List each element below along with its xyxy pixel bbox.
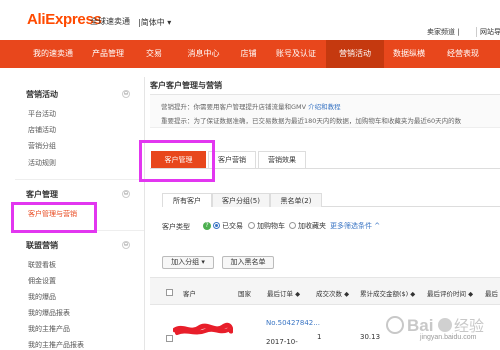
sidebar-section-customers: 客户管理: [26, 190, 58, 199]
radio-traded[interactable]: [213, 222, 220, 229]
total-amount: 30.13: [360, 333, 381, 341]
sidebar-section-affiliate: 联盟营销: [26, 241, 58, 250]
column-header-country: 国家: [238, 290, 251, 298]
collapse-icon[interactable]: ⊖: [122, 241, 130, 249]
add-to-blacklist-button[interactable]: 加入黑名单: [222, 256, 274, 269]
collapse-icon[interactable]: ⊖: [122, 190, 130, 198]
nav-item-messages[interactable]: 消息中心: [176, 40, 231, 68]
column-header-total-amount[interactable]: 累计成交金额($) ◆: [360, 288, 415, 298]
nav-item-data[interactable]: 数据纵横: [384, 40, 434, 68]
tab-customer-marketing[interactable]: 客户营销: [208, 151, 256, 168]
baidu-watermark: Bai 经验: [386, 316, 484, 335]
sidebar-item-commission[interactable]: 佣金设置: [28, 276, 56, 286]
highlight-box-sidebar: [11, 202, 97, 233]
radio-favorites[interactable]: [289, 222, 296, 229]
column-header-last-review[interactable]: 最后评价时间 ◆: [427, 288, 473, 298]
redacted-customer-name: [173, 322, 233, 335]
filter-label: 客户类型: [162, 223, 190, 231]
highlight-box-tab: [139, 140, 215, 182]
nav-item-store[interactable]: 店铺: [231, 40, 266, 68]
sidebar-section-marketing: 营销活动: [26, 90, 58, 99]
svg-text:经验: 经验: [454, 318, 484, 335]
collapse-icon[interactable]: ⊖: [122, 90, 130, 98]
tutorial-link[interactable]: 介绍和教程: [308, 103, 341, 111]
nav-item-performance[interactable]: 经营表现: [434, 40, 492, 68]
order-count: 1: [317, 333, 322, 341]
language-select[interactable]: |简体中 ▾: [138, 17, 171, 28]
top-bar: AliExpress 全球速卖通 |简体中 ▾ 卖家频道 | 网站导: [0, 0, 500, 40]
sidebar-item-hot-report[interactable]: 我的爆品报表: [28, 308, 70, 318]
nav-item-orders[interactable]: 交易: [132, 40, 176, 68]
nav-item-products[interactable]: 产品管理: [84, 40, 132, 68]
order-date: 2017-10-: [266, 338, 298, 346]
notice-line-1: 营销提升：你需要用客户管理提升店铺流量和GMV 介绍和教程: [161, 101, 341, 111]
main-nav: 我的速卖通 产品管理 交易 消息中心 店铺 账号及认证 营销活动 数据纵横 经营…: [0, 40, 500, 68]
site-nav-link[interactable]: 网站导: [476, 27, 500, 37]
notice-box: 营销提升：你需要用客户管理提升店铺流量和GMV 介绍和教程 重要提示：为了保证数…: [150, 95, 500, 128]
subtab-all-customers[interactable]: 所有客户: [162, 193, 212, 207]
column-header-order-count[interactable]: 成交次数 ◆: [316, 288, 349, 298]
table-header: 客户 国家 最后订单 ◆ 成交次数 ◆ 累计成交金额($) ◆ 最后评价时间 ◆…: [150, 277, 500, 305]
language-label: |简体中: [138, 18, 165, 27]
notice-1-text: 营销提升：你需要用客户管理提升店铺流量和GMV: [161, 103, 307, 111]
sidebar-item-store-activity[interactable]: 店铺活动: [28, 125, 56, 135]
sidebar-item-affiliate-board[interactable]: 联盟看板: [28, 260, 56, 270]
radio-label-favorites[interactable]: 加收藏夹: [298, 221, 326, 231]
radio-label-traded[interactable]: 已交易: [222, 221, 243, 231]
column-header-last[interactable]: 最后: [485, 288, 498, 298]
column-header-last-order[interactable]: 最后订单 ◆: [267, 288, 300, 298]
radio-cart[interactable]: [248, 222, 255, 229]
nav-item-marketing[interactable]: 营销活动: [326, 40, 384, 68]
radio-label-cart[interactable]: 加购物车: [257, 221, 285, 231]
sidebar-divider: [15, 179, 144, 180]
sidebar-item-hot-products[interactable]: 我的爆品: [28, 292, 56, 302]
chevron-down-icon: ▾: [167, 18, 172, 27]
nav-item-account[interactable]: 账号及认证: [266, 40, 326, 68]
column-header-customer: 客户: [183, 290, 196, 298]
more-filters-link[interactable]: 更多筛选条件 ^: [330, 221, 380, 231]
sidebar-item-marketing-group[interactable]: 营销分组: [28, 141, 56, 151]
select-all-checkbox[interactable]: [166, 289, 173, 296]
svg-text:Bai: Bai: [407, 316, 433, 335]
order-number-link[interactable]: No.50427842...: [266, 319, 320, 327]
seller-channel-link[interactable]: 卖家频道 |: [427, 27, 460, 37]
row-checkbox[interactable]: [166, 335, 173, 342]
sidebar-item-activity-rules[interactable]: 活动规则: [28, 158, 56, 168]
nav-item-my-aliexpress[interactable]: 我的速卖通: [22, 40, 84, 68]
logo-subtitle: 全球速卖通: [90, 17, 130, 26]
tab-marketing-effect[interactable]: 营销效果: [258, 151, 306, 168]
add-to-group-button[interactable]: 加入分组 ▾: [162, 256, 214, 269]
page-title: 客户客户管理与营销: [150, 81, 222, 90]
sidebar-item-featured-report[interactable]: 我的主推产品报表: [28, 340, 84, 350]
help-icon[interactable]: ?: [203, 222, 211, 230]
notice-line-2: 重要提示：为了保证数据准确，已交易数据为最近180天内的数据，加购物车和收藏夹为…: [161, 117, 462, 125]
subtab-customer-groups[interactable]: 客户分组(5): [212, 193, 270, 207]
sidebar-item-featured-products[interactable]: 我的主推产品: [28, 324, 70, 334]
sidebar-item-platform-activity[interactable]: 平台活动: [28, 109, 56, 119]
watermark-url: jingyan.baidu.com: [420, 334, 477, 341]
subtab-blacklist[interactable]: 黑名单(2): [270, 193, 322, 207]
